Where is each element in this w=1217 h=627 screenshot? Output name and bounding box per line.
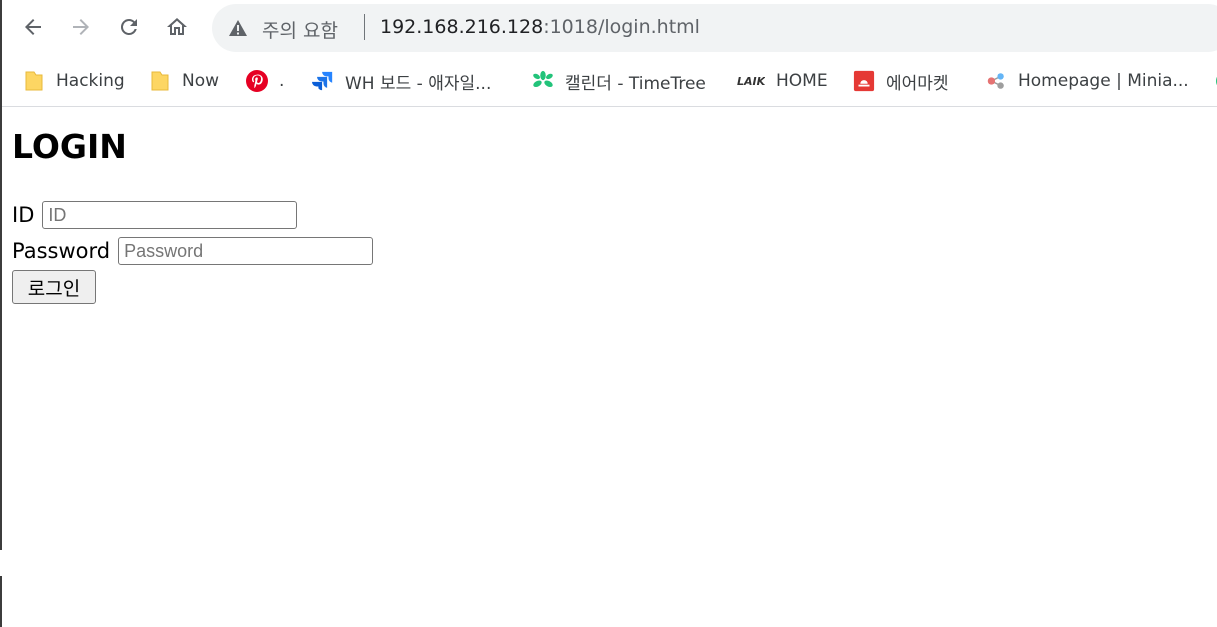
bookmark-home[interactable]: LAIKA HOME <box>737 68 828 94</box>
window-edge-gap <box>0 550 2 576</box>
timetree-icon <box>532 70 554 92</box>
bookmark-now[interactable]: Now <box>149 68 219 94</box>
bookmark-homepage-minia[interactable]: Homepage | Minia... <box>985 68 1189 94</box>
password-input[interactable] <box>118 237 374 265</box>
svg-text:LAIKA: LAIKA <box>737 75 765 88</box>
warning-triangle-icon <box>229 20 247 36</box>
password-row: Password <box>12 237 374 265</box>
jira-icon <box>312 70 334 92</box>
bookmark-label: HOME <box>776 71 828 91</box>
id-label: ID <box>12 203 35 227</box>
folder-icon <box>149 70 171 92</box>
bookmark-overflow[interactable] <box>1210 68 1217 94</box>
browser-toolbar: 주의 요함 192.168.216.128:1018/login.html <box>2 0 1217 56</box>
bookmark-hacking[interactable]: Hacking <box>23 68 125 94</box>
bookmark-label: 에어마켓 <box>886 73 949 94</box>
bookmark-label: Homepage | Minia... <box>1018 71 1189 91</box>
bookmark-label: . <box>279 71 285 91</box>
forward-button[interactable] <box>64 10 98 44</box>
password-label: Password <box>12 239 111 263</box>
id-input[interactable] <box>42 201 298 229</box>
pinterest-icon <box>246 70 268 92</box>
login-button[interactable]: 로그인 <box>12 270 96 304</box>
url-host: 192.168.216.128 <box>380 16 544 38</box>
back-arrow-icon <box>25 19 41 35</box>
bookmark-wh-board[interactable]: WH 보드 - 애자일... <box>312 68 491 94</box>
forward-arrow-icon <box>73 19 89 35</box>
address-separator <box>364 14 365 40</box>
url-text[interactable]: 192.168.216.128:1018/login.html <box>380 16 700 38</box>
folder-icon <box>23 70 45 92</box>
reload-icon <box>120 18 137 35</box>
bookmark-pinterest[interactable]: . <box>246 68 284 94</box>
home-button[interactable] <box>160 10 194 44</box>
id-row: ID <box>12 201 298 229</box>
bookmark-timetree[interactable]: 캘린더 - TimeTree <box>532 68 706 94</box>
airmarket-icon <box>853 70 875 92</box>
bookmark-airmarket[interactable]: 에어마켓 <box>853 68 949 94</box>
bookmark-label: WH 보드 - 애자일... <box>345 73 492 94</box>
green-chat-icon <box>1210 70 1217 92</box>
address-bar[interactable]: 주의 요함 192.168.216.128:1018/login.html <box>212 4 1217 52</box>
bookmarks-bar: Hacking Now . WH 보드 - 애자일... 캘린더 - TimeT… <box>2 56 1217 107</box>
laika-logo-icon: LAIKA <box>737 70 765 92</box>
bookmark-label: Hacking <box>56 71 125 91</box>
reload-button[interactable] <box>112 10 146 44</box>
page-title: LOGIN <box>12 127 127 166</box>
back-button[interactable] <box>16 10 50 44</box>
bookmark-label: 캘린더 - TimeTree <box>565 73 706 94</box>
url-path: :1018/login.html <box>543 16 700 38</box>
security-status-text[interactable]: 주의 요함 <box>262 16 338 43</box>
molecule-icon <box>985 70 1007 92</box>
bookmark-label: Now <box>182 71 220 91</box>
home-icon <box>167 18 187 35</box>
